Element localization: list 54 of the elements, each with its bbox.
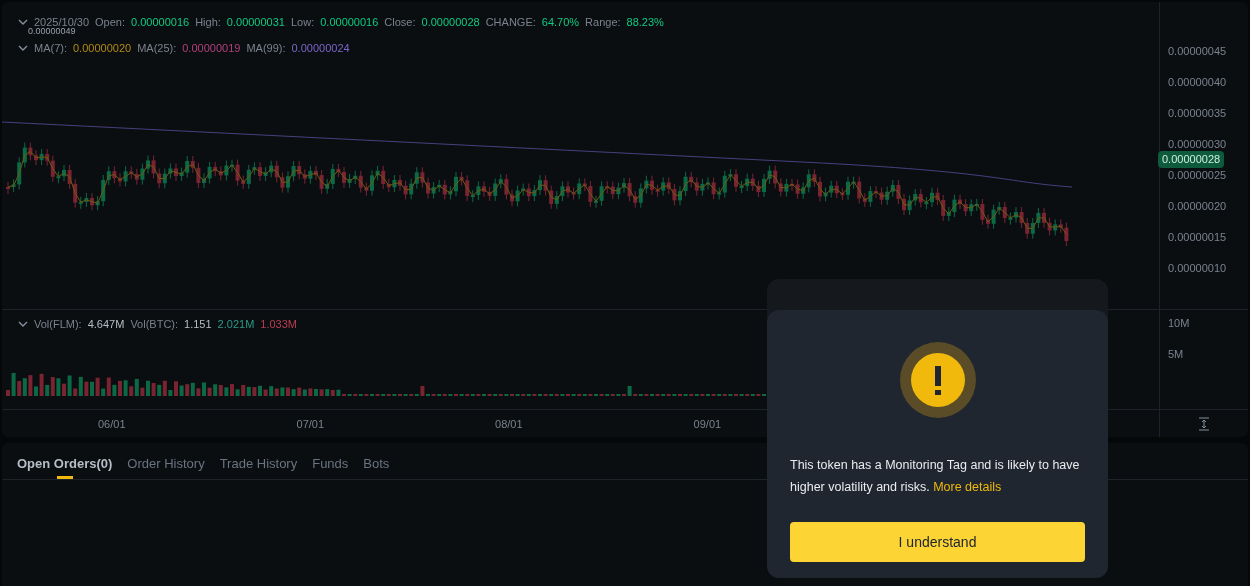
price-tick: 0.00000030	[1168, 137, 1228, 151]
legend-value: 1.151	[184, 318, 212, 330]
legend-value: 0.00000016	[131, 16, 190, 28]
legend-label: Vol(FLM):	[34, 318, 82, 330]
price-tick: 0.00000020	[1168, 199, 1228, 213]
legend-label: Range:	[585, 16, 621, 28]
legend-label: Open:	[95, 16, 126, 28]
legend-label: Low:	[290, 16, 315, 28]
orders-tab[interactable]: Bots	[363, 456, 390, 479]
date-tick: 07/01	[296, 416, 325, 431]
legend-label: MA(7):	[34, 42, 67, 54]
orders-tab[interactable]: Order History	[127, 456, 205, 479]
date-tick: 06/01	[98, 416, 126, 431]
fit-height-icon[interactable]	[1197, 416, 1211, 431]
price-tick: 0.00000025	[1168, 168, 1228, 182]
legend-value: 0.00000031	[226, 16, 285, 28]
candle-date: 2025/10/30	[34, 16, 90, 28]
legend-value: 0.00000020	[73, 42, 132, 54]
orders-tab[interactable]: Trade History	[219, 456, 298, 479]
legend-label: Close:	[384, 16, 416, 28]
more-details-link[interactable]: More details	[933, 480, 1002, 494]
legend-value: 0.00000024	[291, 42, 350, 54]
legend-value: 64.70%	[541, 16, 580, 28]
date-tick: 08/01	[495, 416, 523, 431]
legend-label: Vol(BTC):	[130, 318, 179, 330]
high-price-label: 0.00000049	[28, 26, 76, 36]
volume-tick: 10M	[1168, 316, 1191, 330]
legend-value: 0.00000028	[421, 16, 480, 28]
chevron-down-icon[interactable]	[18, 320, 28, 328]
legend-value: 4.647M	[87, 318, 125, 330]
chevron-down-icon[interactable]	[18, 18, 28, 26]
legend-value: 2.021M	[217, 318, 255, 330]
price-tick: 0.00000010	[1168, 261, 1228, 275]
orders-tab[interactable]: Open Orders(0)	[17, 456, 113, 479]
price-tick: 0.00000045	[1168, 44, 1228, 58]
legend-value: 88.23%	[626, 16, 664, 28]
chevron-down-icon[interactable]	[18, 44, 28, 52]
price-tick: 0.00000035	[1168, 106, 1228, 120]
current-price-tag: 0.00000028	[1158, 151, 1225, 168]
legend-value: 0.00000019	[182, 42, 241, 54]
volume-tick: 5M	[1168, 347, 1185, 361]
legend-label: CHANGE:	[485, 16, 536, 28]
orders-tab[interactable]: Funds	[312, 456, 349, 479]
legend-label: MA(25):	[137, 42, 177, 54]
legend-value: 1.033M	[260, 318, 297, 330]
legend-label: MA(99):	[246, 42, 286, 54]
warning-message: This token has a Monitoring Tag and is likely to have higher volatility and risks. More details	[790, 457, 1081, 496]
price-tick: 0.00000015	[1168, 230, 1228, 244]
warning-icon	[899, 342, 976, 418]
date-tick: 09/01	[693, 416, 722, 431]
price-tick: 0.00000040	[1168, 75, 1228, 89]
legend-label: High:	[195, 16, 221, 28]
understand-button[interactable]: I understand	[790, 522, 1085, 562]
legend-value: 0.00000016	[320, 16, 379, 28]
